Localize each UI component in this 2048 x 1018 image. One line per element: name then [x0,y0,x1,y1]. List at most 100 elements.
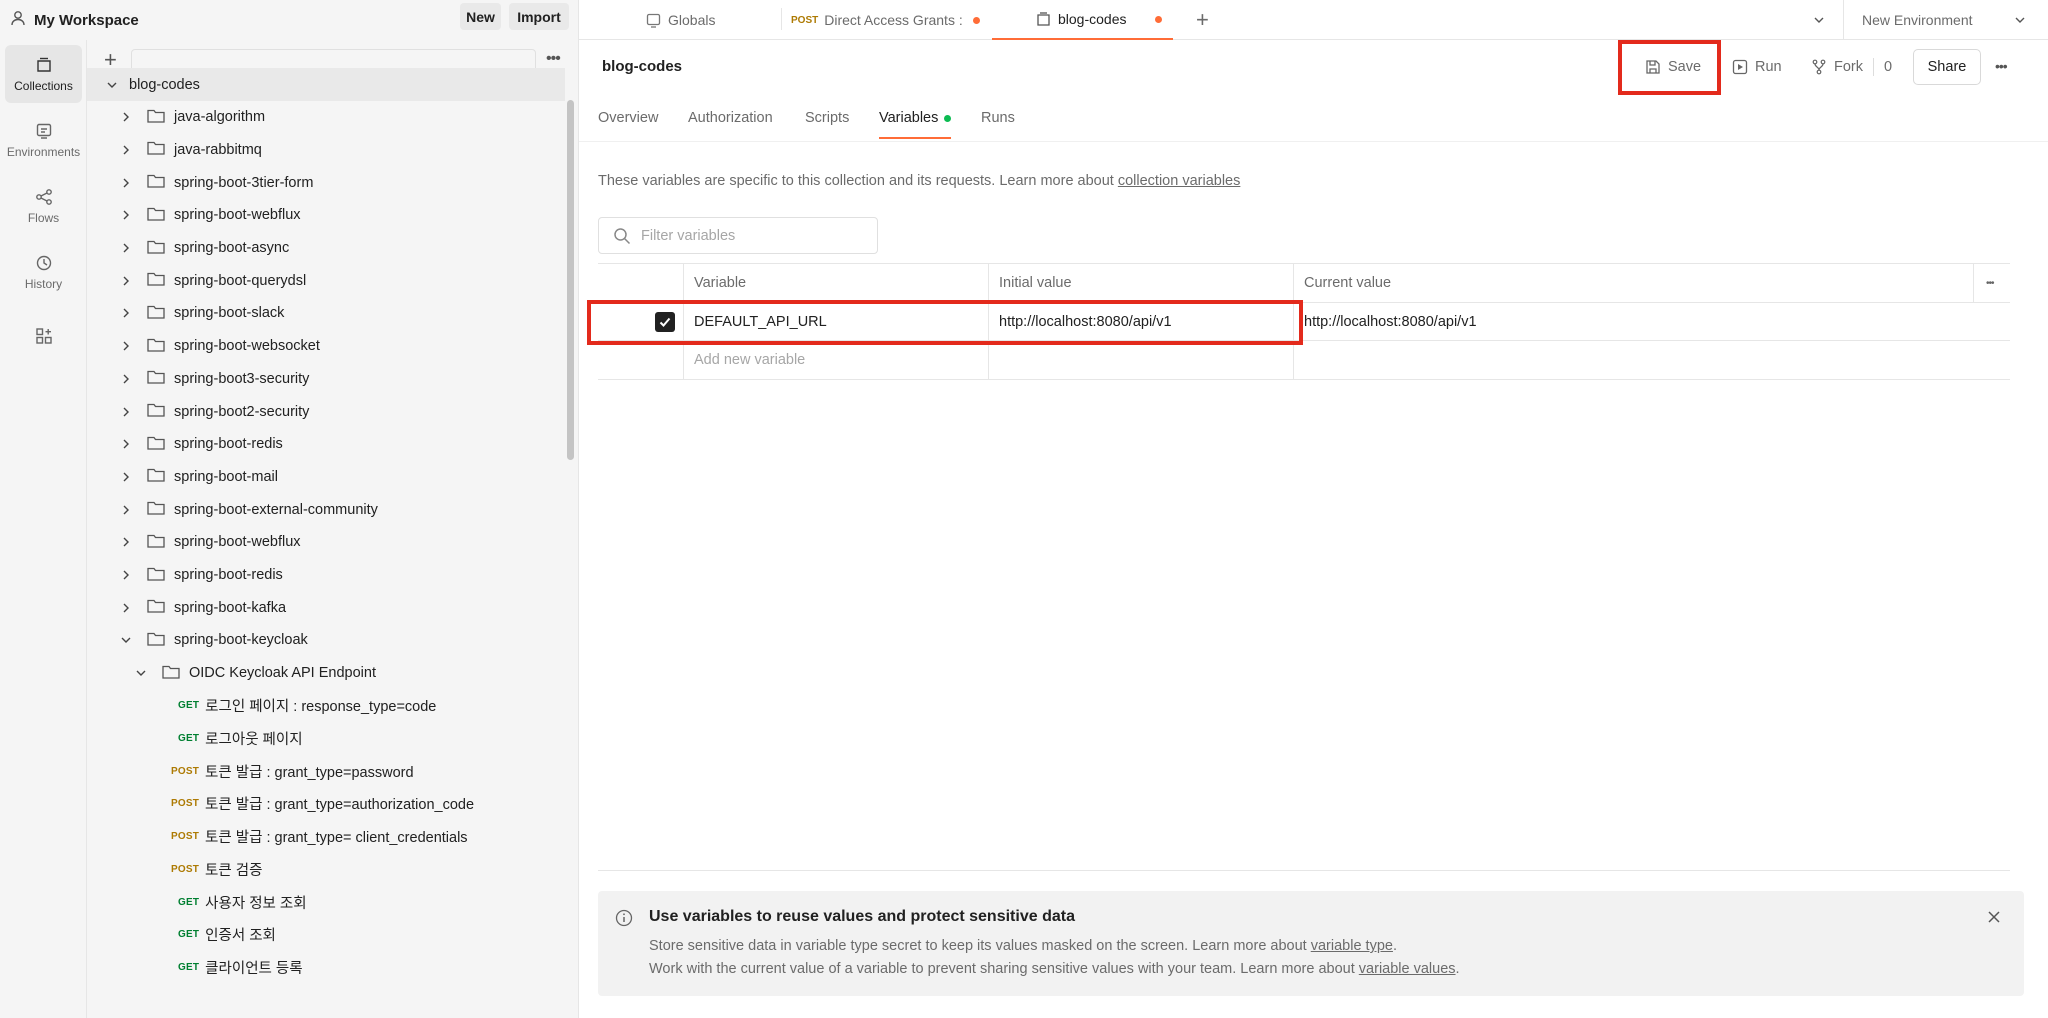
tree-request[interactable]: GET 사용자 정보 조회 [87,886,565,919]
rail-label: Environments [6,144,81,159]
tree-folder[interactable]: spring-boot-external-community [87,493,565,526]
tab-label: Variables [879,110,939,126]
tree-folder[interactable]: spring-boot-querydsl [87,264,565,297]
collections-icon [36,57,51,72]
tab-globals[interactable]: Globals [646,0,715,40]
run-button[interactable]: Run [1732,49,1782,85]
table-options-icon[interactable]: ••• [1973,264,2010,302]
tab-authorization[interactable]: Authorization [688,110,773,138]
tree-root-blog-codes[interactable]: blog-codes [87,68,565,101]
tree-request[interactable]: POST 토큰 발급 : grant_type=password [87,755,565,788]
new-current-value-cell[interactable] [1293,341,2010,379]
close-icon[interactable] [1987,910,2001,924]
folder-icon [147,631,165,650]
import-button[interactable]: Import [509,3,569,30]
chevron-right-icon [119,372,133,386]
tree-request[interactable]: POST 토큰 발급 : grant_type= client_credentia… [87,820,565,853]
new-tab-plus-icon[interactable]: + [1196,0,1209,40]
tab-blog-codes[interactable]: blog-codes [992,0,1173,40]
request-method: GET [178,929,200,941]
variable-type-link[interactable]: variable type [1311,938,1393,954]
run-icon [1732,59,1748,75]
collection-variables-link[interactable]: collection variables [1118,173,1241,189]
chevron-down-icon [119,633,133,647]
tree-subfolder[interactable]: OIDC Keycloak API Endpoint [87,657,565,690]
new-initial-value-cell[interactable] [988,341,1293,379]
chevron-right-icon [119,339,133,353]
table-header-row: Variable Initial value Current value ••• [598,263,2010,303]
tree-folder[interactable]: spring-boot-3tier-form [87,166,565,199]
tree-folder[interactable]: spring-boot-redis [87,428,565,461]
tree-folder[interactable]: java-rabbitmq [87,133,565,166]
tree-label: spring-boot-kafka [174,599,287,616]
rail-history[interactable]: History [5,243,82,301]
tree-request[interactable]: POST 토큰 검증 [87,853,565,886]
workspace-header: My Workspace New Import [0,0,579,40]
chevron-right-icon [119,437,133,451]
tree-folder[interactable]: spring-boot2-security [87,395,565,428]
more-actions-icon[interactable]: ••• [1995,58,2008,74]
tree-request[interactable]: GET 로그아웃 페이지 [87,722,565,755]
filter-variables-input[interactable]: Filter variables [598,217,878,254]
tree-folder[interactable]: spring-boot-webflux [87,199,565,232]
current-value-cell[interactable]: http://localhost:8080/api/v1 [1293,303,2010,340]
rail-collections[interactable]: Collections [5,45,82,103]
tree-label: 토큰 발급 : grant_type= client_credentials [205,830,468,847]
folder-icon [147,402,165,421]
workspace-name[interactable]: My Workspace [34,12,139,29]
variable-values-link[interactable]: variable values [1359,961,1456,977]
rail-configure-workbench[interactable] [5,309,82,367]
folder-icon [147,369,165,388]
tree-folder[interactable]: java-algorithm [87,101,565,134]
variables-description: These variables are specific to this col… [598,173,1240,189]
tree-folder[interactable]: spring-boot-async [87,232,565,265]
request-method: GET [178,896,200,908]
tree-folder[interactable]: spring-boot-webflux [87,526,565,559]
environment-selector[interactable]: New Environment [1843,0,2048,40]
active-indicator-dot [944,114,952,122]
chevron-right-icon [119,405,133,419]
tab-overview[interactable]: Overview [598,110,658,138]
table-row-add: Add new variable [598,341,2010,380]
collection-icon [1036,11,1051,27]
rail-flows[interactable]: Flows [5,177,82,235]
tab-runs[interactable]: Runs [981,110,1015,138]
new-button[interactable]: New [460,3,501,30]
folder-icon [147,304,165,323]
fork-count: 0 [1884,59,1893,75]
tree-label: spring-boot-redis [174,567,283,583]
tree-request[interactable]: POST 토큰 발급 : grant_type=authorization_cod… [87,787,565,820]
add-new-variable-input[interactable]: Add new variable [683,341,988,379]
tree-request[interactable]: GET 로그인 페이지 : response_type=code [87,689,565,722]
tree-folder[interactable]: spring-boot-mail [87,460,565,493]
tab-scripts[interactable]: Scripts [805,110,849,138]
folder-icon [147,337,165,356]
sidebar-scrollbar[interactable] [567,100,574,460]
tab-label: Direct Access Grants : [824,12,963,28]
tabs-dropdown-chevron-down-icon[interactable] [1812,0,1826,40]
tab-variables[interactable]: Variables [879,110,952,139]
tree-folder[interactable]: spring-boot3-security [87,362,565,395]
more-options-icon[interactable]: ••• [546,50,561,68]
rail-environments[interactable]: Environments [5,111,82,169]
history-icon [36,255,51,270]
request-method: POST [171,765,200,777]
tree-folder[interactable]: spring-boot-redis [87,559,565,592]
folder-icon [147,108,165,127]
tree-request[interactable]: GET 클라이언트 등록 [87,951,565,984]
tree-label: spring-boot3-security [174,370,310,387]
tree-folder[interactable]: spring-boot-slack [87,297,565,330]
tree-request[interactable]: GET 인증서 조회 [87,918,565,951]
user-icon [10,10,26,30]
fork-button[interactable]: Fork 0 [1811,49,1892,85]
collection-title[interactable]: blog-codes [602,58,682,75]
tree-folder[interactable]: spring-boot-websocket [87,330,565,363]
tree-folder[interactable]: spring-boot-kafka [87,591,565,624]
header-initial-value: Initial value [988,264,1293,302]
tree-folder[interactable]: spring-boot-keycloak [87,624,565,657]
tab-direct-access-grants[interactable]: POST Direct Access Grants : [791,0,980,40]
folder-icon [147,500,165,519]
unsaved-dot [1154,15,1162,23]
share-button[interactable]: Share [1913,49,1981,85]
chevron-right-icon [119,208,133,222]
